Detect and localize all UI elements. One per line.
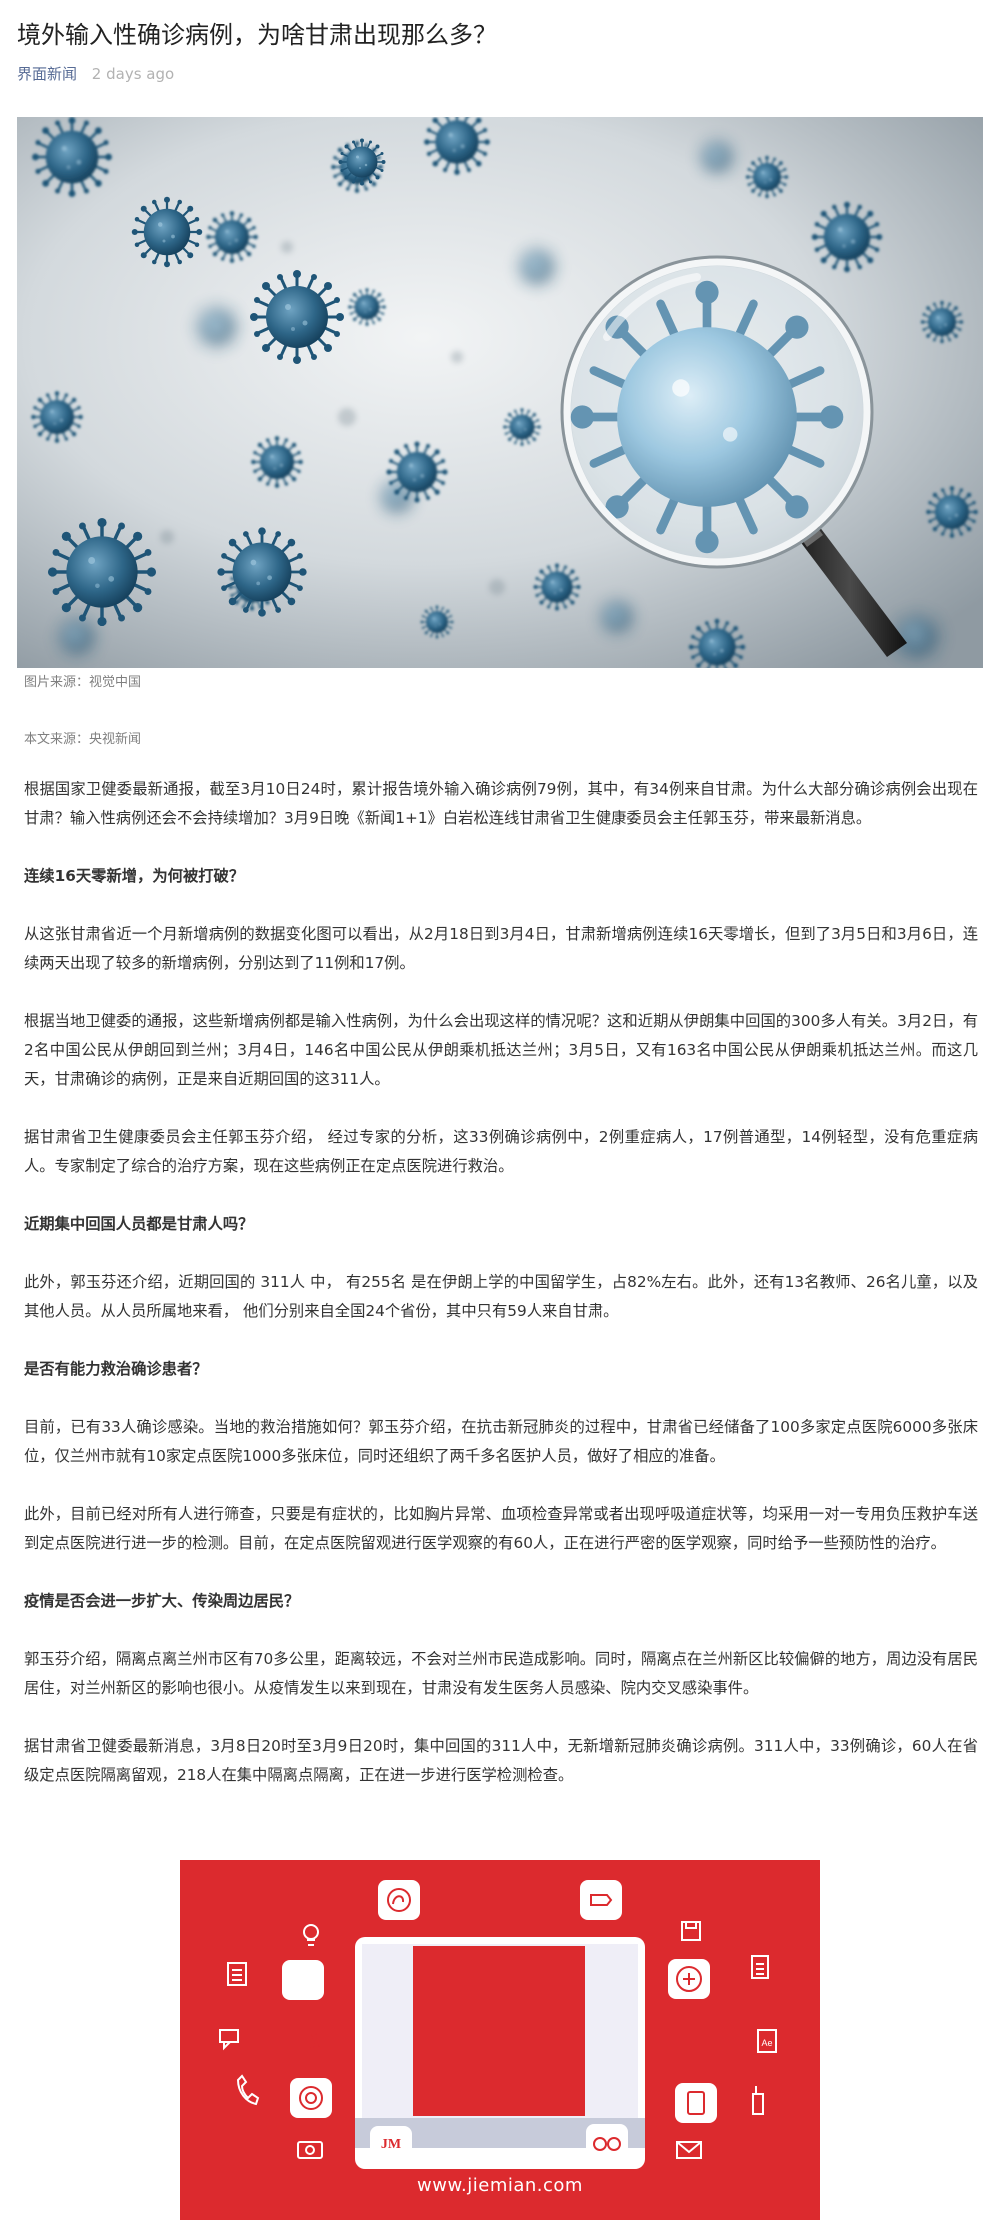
jiemian-banner[interactable]: Ae NO ON JM www.jiemian.com xyxy=(180,1860,820,2220)
article-body: 根据国家卫健委最新通报，截至3月10日24时，累计报告境外输入确诊病例79例，其… xyxy=(24,775,978,1819)
section-heading: 连续16天零新增，为何被打破？ xyxy=(24,867,245,885)
paragraph: 此外，目前已经对所有人进行筛查，只要是有症状的，比如胸片异常、血项检查异常或者出… xyxy=(24,1505,978,1552)
hero-image xyxy=(17,117,983,668)
section-heading: 疫情是否会进一步扩大、传染周边居民？ xyxy=(24,1592,300,1610)
paragraph: 目前，已有33人确诊感染。当地的救治措施如何？郭玉芬介绍，在抗击新冠肺炎的过程中… xyxy=(24,1418,978,1465)
section-heading: 是否有能力救治确诊患者？ xyxy=(24,1360,208,1378)
jm-logo: JM xyxy=(380,2137,402,2152)
paragraph: 从这张甘肃省近一个月新增病例的数据变化图可以看出，从2月18日到3月4日，甘肃新… xyxy=(24,925,978,972)
svg-text:Ae: Ae xyxy=(761,2038,772,2048)
section-heading: 近期集中回国人员都是甘肃人吗？ xyxy=(24,1215,254,1233)
paragraph: 郭玉芬介绍，隔离点离兰州市区有70多公里，距离较远，不会对兰州市民造成影响。同时… xyxy=(24,1650,978,1697)
source-link[interactable]: 界面新闻 xyxy=(17,65,77,83)
paragraph: 据甘肃省卫生健康委员会主任郭玉芬介绍， 经过专家的分析，这33例确诊病例中，2例… xyxy=(24,1128,978,1175)
paragraph: 此外，郭玉芬还介绍，近期回国的 311人 中， 有255名 是在伊朗上学的中国留… xyxy=(24,1273,978,1320)
source-note: 本文来源：央视新闻 xyxy=(24,732,142,747)
paragraph: 根据当地卫健委的通报，这些新增病例都是输入性病例，为什么会出现这样的情况呢？这和… xyxy=(24,1012,978,1088)
article-meta: 界面新闻 2 days ago xyxy=(17,62,174,86)
article-title: 境外输入性确诊病例，为啥甘肃出现那么多？ xyxy=(17,21,497,49)
publish-date: 2 days ago xyxy=(91,65,175,83)
no-on-badge: NO ON xyxy=(309,2032,321,2050)
article-page: 境外输入性确诊病例，为啥甘肃出现那么多？ 界面新闻 2 days ago 图片来… xyxy=(0,0,1000,2240)
banner-url[interactable]: www.jiemian.com xyxy=(180,2175,820,2196)
image-caption: 图片来源：视觉中国 xyxy=(24,675,142,690)
paragraph: 根据国家卫健委最新通报，截至3月10日24时，累计报告境外输入确诊病例79例，其… xyxy=(24,780,978,827)
paragraph: 据甘肃省卫健委最新消息，3月8日20时至3月9日20时，集中回国的311人中，无… xyxy=(24,1737,978,1784)
